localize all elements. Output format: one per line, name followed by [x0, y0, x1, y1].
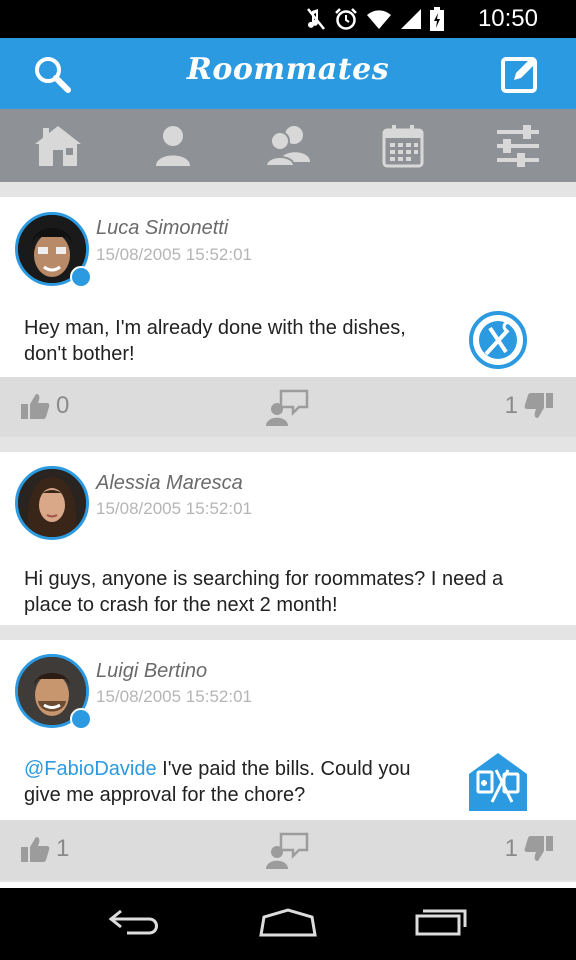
battery-icon	[430, 7, 444, 31]
tab-home[interactable]	[0, 109, 115, 182]
tab-bar	[0, 109, 576, 182]
post-timestamp: 15/08/2005 15:52:01	[96, 687, 252, 706]
comment-icon	[266, 832, 309, 869]
tab-roommates[interactable]	[230, 109, 345, 182]
alarm-icon	[335, 8, 357, 30]
avatar[interactable]	[15, 466, 89, 540]
post-action-bar: 0 1	[0, 377, 576, 437]
compose-icon	[501, 57, 537, 93]
post-text: @FabioDavide I've paid the bills. Could …	[24, 756, 411, 808]
status-bar: 10:50	[0, 0, 576, 38]
thumbs-up-icon	[21, 394, 50, 419]
app-title: Roommates	[186, 52, 390, 87]
recents-icon	[415, 909, 467, 935]
post-text-fragment: I've paid the bills. Could you	[156, 758, 411, 780]
dishes-chore-icon	[469, 311, 527, 369]
bills-chore-icon	[469, 753, 527, 811]
post-timestamp: 15/08/2005 15:52:01	[96, 245, 252, 264]
feed[interactable]: Luca Simonetti 15/08/2005 15:52:01 Hey m…	[0, 182, 576, 888]
calendar-icon	[382, 124, 424, 167]
home-badge-icon	[70, 708, 92, 730]
home-nav-icon	[259, 907, 317, 936]
post-text-line: Hi guys, anyone is searching for roommat…	[24, 568, 504, 590]
home-badge-icon	[70, 266, 92, 288]
post-text: Hi guys, anyone is searching for roommat…	[24, 566, 503, 618]
comment-button[interactable]	[265, 830, 311, 875]
back-icon	[108, 909, 159, 934]
system-nav-bar	[0, 888, 576, 960]
post-text-line: give me approval for the chore?	[24, 784, 306, 806]
chore-action-button[interactable]	[468, 752, 528, 812]
app-bar: Roommates	[0, 38, 576, 109]
post-author[interactable]: Alessia Maresca	[96, 472, 243, 495]
signal-icon	[401, 9, 421, 29]
tab-settings[interactable]	[461, 109, 576, 182]
post-card: Luigi Bertino 15/08/2005 15:52:01 @Fabio…	[0, 640, 576, 880]
like-button[interactable]: 1	[20, 835, 69, 863]
compose-button[interactable]	[498, 52, 542, 96]
settings-sliders-icon	[497, 124, 540, 167]
comment-icon	[266, 389, 309, 426]
post-card: Luca Simonetti 15/08/2005 15:52:01 Hey m…	[0, 197, 576, 437]
home-button[interactable]	[258, 907, 318, 942]
thumbs-up-icon	[21, 837, 50, 862]
like-count: 0	[56, 392, 70, 419]
mention-link[interactable]: @FabioDavide	[24, 758, 157, 780]
post-card: Alessia Maresca 15/08/2005 15:52:01 Hi g…	[0, 452, 576, 625]
tab-profile[interactable]	[115, 109, 230, 182]
thumbs-down-icon	[524, 393, 553, 418]
group-icon	[264, 125, 310, 167]
dislike-count: 1	[504, 392, 518, 419]
wifi-icon	[367, 10, 391, 29]
tab-calendar[interactable]	[346, 109, 461, 182]
like-count: 1	[56, 835, 70, 862]
recents-button[interactable]	[413, 907, 469, 942]
thumbs-down-icon	[524, 836, 553, 861]
post-text: Hey man, I'm already done with the dishe…	[24, 315, 406, 367]
post-text-line: @FabioDavide I've paid the bills. Could …	[24, 756, 411, 782]
mute-icon	[307, 8, 325, 30]
post-timestamp: 15/08/2005 15:52:01	[96, 499, 252, 518]
dislike-count: 1	[504, 835, 518, 862]
status-time: 10:50	[477, 5, 538, 32]
post-author[interactable]: Luigi Bertino	[96, 660, 207, 683]
post-action-bar: 1 1	[0, 820, 576, 880]
post-text-line: place to crash for the next 2 month!	[24, 594, 338, 616]
chore-action-button[interactable]	[468, 310, 528, 370]
back-button[interactable]	[107, 907, 163, 942]
comment-button[interactable]	[265, 387, 311, 432]
home-icon	[34, 125, 81, 166]
post-text-line: Hey man, I'm already done with the dishe…	[24, 317, 406, 339]
dislike-button[interactable]: 1	[505, 835, 554, 863]
status-icons	[306, 6, 444, 32]
post-author[interactable]: Luca Simonetti	[96, 217, 228, 240]
user-icon	[155, 125, 190, 166]
avatar-image	[18, 469, 86, 537]
post-text-line: don't bother!	[24, 343, 135, 365]
dislike-button[interactable]: 1	[505, 392, 554, 420]
like-button[interactable]: 0	[20, 392, 69, 420]
